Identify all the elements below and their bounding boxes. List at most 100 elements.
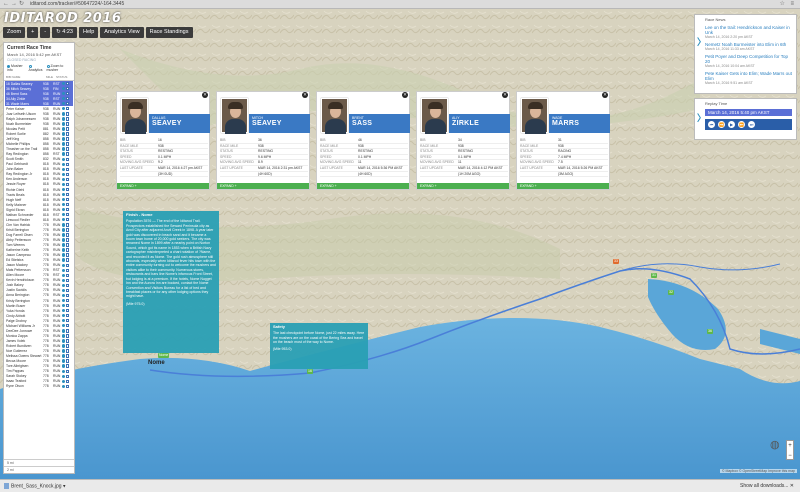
race-standings-button[interactable]: Race Standings (145, 27, 193, 38)
locate-icon[interactable] (62, 354, 66, 358)
play-icon[interactable]: ▶ (728, 121, 735, 128)
close-icon[interactable]: ✕ (602, 92, 608, 98)
locate-icon[interactable] (62, 107, 66, 111)
help-button[interactable]: Help (78, 27, 99, 38)
locate-icon[interactable] (62, 369, 66, 373)
select-checkbox[interactable] (65, 359, 70, 363)
locate-icon[interactable] (62, 132, 66, 136)
select-checkbox[interactable] (65, 223, 70, 227)
nome-checkpoint-badge[interactable]: Nome (158, 353, 170, 358)
select-checkbox[interactable] (65, 147, 70, 151)
locate-icon[interactable] (62, 182, 66, 187)
select-checkbox[interactable] (65, 167, 70, 172)
locate-icon[interactable] (62, 268, 66, 272)
col-mile[interactable]: MILE (46, 75, 56, 79)
globe-icon[interactable]: ◍ (770, 438, 780, 451)
select-checkbox[interactable] (65, 379, 70, 383)
zoom-out-button[interactable]: - (40, 27, 51, 38)
zoom-in-button[interactable]: + (27, 27, 39, 38)
locate-icon[interactable] (62, 112, 66, 116)
locate-icon[interactable] (62, 228, 66, 232)
locate-icon[interactable] (62, 233, 66, 237)
locate-icon[interactable] (62, 379, 66, 383)
zoom-button[interactable]: Zoom (3, 27, 26, 38)
locate-icon[interactable] (62, 303, 66, 308)
select-checkbox[interactable] (65, 172, 70, 177)
close-icon[interactable]: ✕ (402, 92, 408, 98)
select-checkbox[interactable] (65, 384, 70, 389)
view-option-analytics[interactable]: Analytics (28, 64, 44, 72)
refresh-button[interactable]: ↻ 4:23 (52, 27, 77, 38)
locate-icon[interactable] (62, 147, 66, 151)
select-checkbox[interactable] (65, 354, 70, 358)
locate-icon[interactable] (62, 278, 66, 283)
locate-icon[interactable] (62, 86, 66, 91)
select-checkbox[interactable] (65, 273, 70, 277)
locate-icon[interactable] (62, 258, 66, 262)
select-checkbox[interactable] (65, 162, 70, 166)
select-checkbox[interactable] (65, 344, 70, 348)
locate-icon[interactable] (62, 263, 66, 267)
locate-icon[interactable] (62, 117, 66, 121)
expand-button[interactable]: EXPAND + (517, 183, 609, 189)
locate-icon[interactable] (62, 202, 66, 207)
select-checkbox[interactable] (65, 91, 70, 96)
locate-icon[interactable] (62, 197, 66, 202)
select-checkbox[interactable] (65, 334, 70, 338)
locate-icon[interactable] (62, 374, 66, 378)
select-checkbox[interactable] (65, 177, 70, 182)
select-checkbox[interactable] (65, 142, 70, 146)
select-checkbox[interactable] (65, 263, 70, 267)
col-status[interactable]: STATUS (56, 75, 68, 79)
select-checkbox[interactable] (65, 364, 70, 368)
news-item[interactable]: Lee on the trail: Hendrickson and Kaiser… (705, 25, 792, 39)
locate-icon[interactable] (62, 157, 66, 161)
select-checkbox[interactable] (65, 288, 70, 293)
select-checkbox[interactable] (65, 117, 70, 121)
select-checkbox[interactable] (65, 253, 70, 257)
select-checkbox[interactable] (65, 298, 70, 303)
locate-icon[interactable] (62, 91, 66, 96)
select-checkbox[interactable] (65, 308, 70, 313)
forward-arrow-icon[interactable]: → (11, 1, 17, 8)
select-checkbox[interactable] (65, 86, 70, 91)
select-checkbox[interactable] (65, 369, 70, 373)
select-checkbox[interactable] (65, 157, 70, 161)
expand-button[interactable]: EXPAND + (217, 183, 309, 189)
collapse-arrow-icon[interactable]: 〉 (697, 35, 706, 48)
close-icon[interactable]: ✕ (502, 92, 508, 98)
select-checkbox[interactable] (65, 213, 70, 217)
select-checkbox[interactable] (65, 187, 70, 192)
locate-icon[interactable] (62, 238, 66, 242)
locate-icon[interactable] (62, 177, 66, 182)
collapse-arrow-icon[interactable]: 〉 (697, 111, 706, 124)
view-option-zoom[interactable]: Zoom to musher (46, 64, 72, 72)
locate-icon[interactable] (62, 319, 66, 323)
analytics-view-button[interactable]: Analytics View (100, 27, 144, 38)
locate-icon[interactable] (62, 81, 66, 86)
select-checkbox[interactable] (65, 112, 70, 116)
select-checkbox[interactable] (65, 132, 70, 136)
select-checkbox[interactable] (65, 293, 70, 298)
select-checkbox[interactable] (65, 313, 70, 318)
download-item[interactable]: Brent_Sass_Knock.jpg ▾ (4, 483, 66, 489)
locate-icon[interactable] (62, 293, 66, 298)
race-map[interactable]: Nome Nome 33 31 32 36 16 (0, 9, 800, 479)
select-checkbox[interactable] (65, 102, 70, 106)
reload-icon[interactable]: ↻ (19, 1, 24, 8)
locate-icon[interactable] (62, 167, 66, 172)
locate-icon[interactable] (62, 339, 66, 343)
select-checkbox[interactable] (65, 218, 70, 222)
locate-icon[interactable] (62, 308, 66, 313)
musher-marker-c[interactable]: 32 (668, 290, 674, 295)
musher-marker-b[interactable]: 31 (651, 273, 657, 278)
locate-icon[interactable] (62, 192, 66, 197)
locate-icon[interactable] (62, 288, 66, 293)
select-checkbox[interactable] (65, 202, 70, 207)
locate-icon[interactable] (62, 313, 66, 318)
select-checkbox[interactable] (65, 319, 70, 323)
musher-marker-a[interactable]: 33 (613, 259, 619, 264)
select-checkbox[interactable] (65, 122, 70, 126)
select-checkbox[interactable] (65, 268, 70, 272)
select-checkbox[interactable] (65, 127, 70, 131)
